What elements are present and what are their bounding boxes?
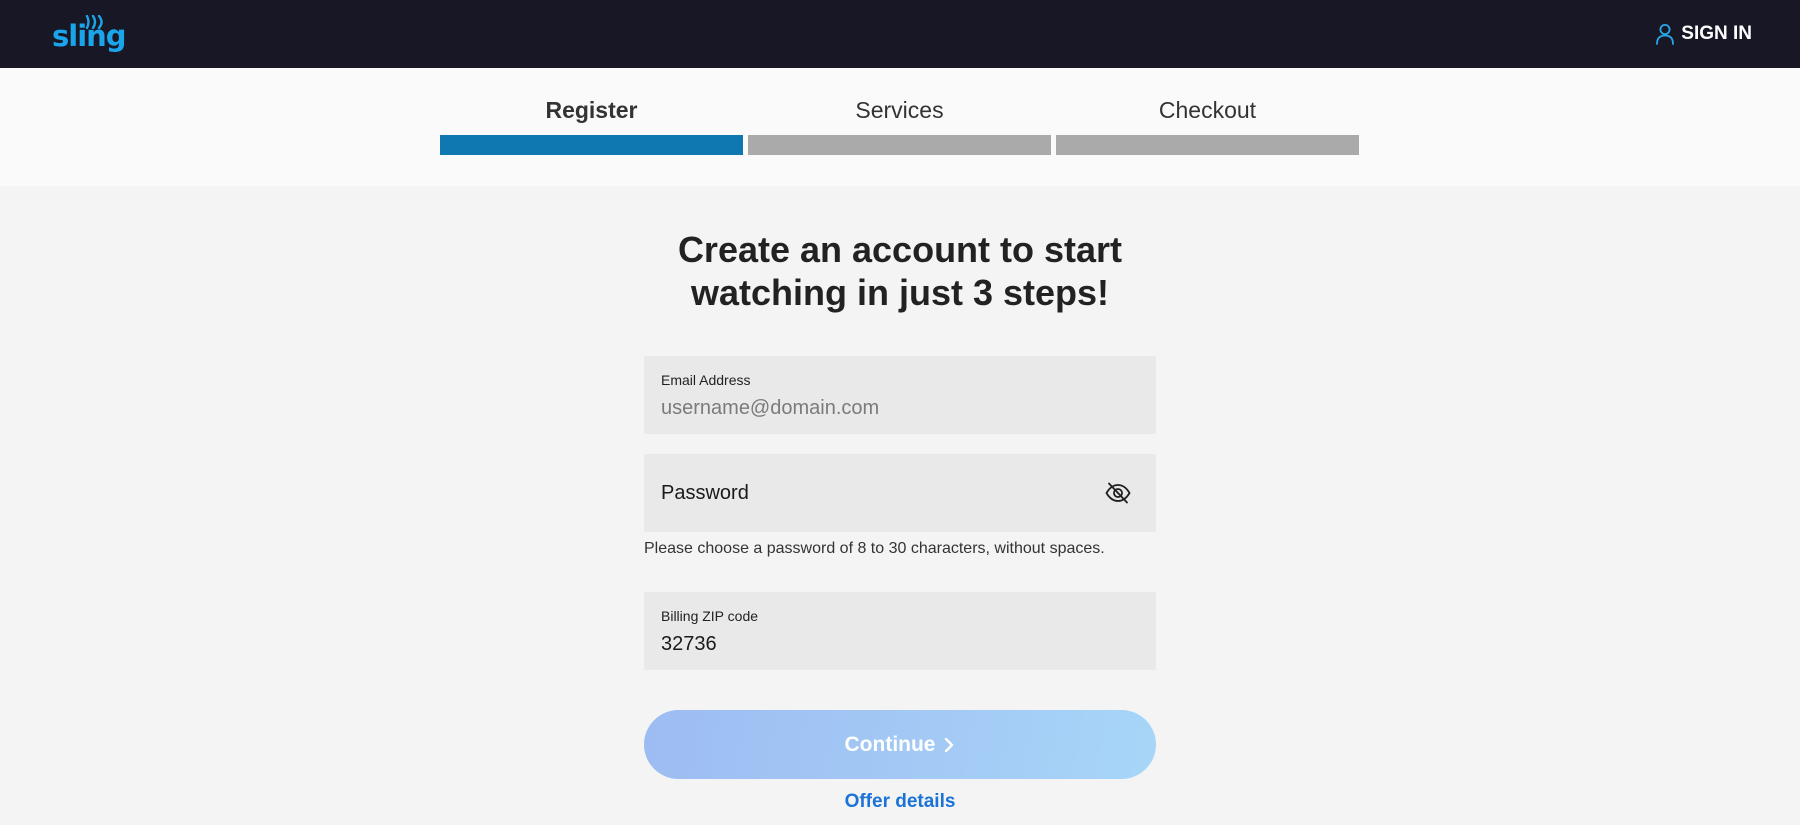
headline-line-2: watching in just 3 steps! [690,272,1110,313]
chevron-right-icon [945,737,954,753]
show-password-toggle[interactable] [1104,480,1132,506]
email-field-label: Email Address [661,372,751,388]
password-input[interactable] [661,479,1081,507]
sling-logo[interactable]: sling [52,15,127,51]
continue-label: Continue [844,732,936,756]
eye-slash-icon [1105,482,1131,504]
sign-in-button[interactable]: SIGN IN [1655,20,1752,48]
sign-in-label: SIGN IN [1681,23,1752,44]
step-register: Register [440,68,743,186]
progress-stepper-band: Register Services Checkout [0,68,1800,186]
signal-waves-icon [85,15,103,29]
step-services: Services [748,68,1051,186]
step-label: Checkout [1158,97,1257,123]
step-label: Register [545,97,638,123]
password-helper-text: Please choose a password of 8 to 30 char… [644,540,1105,557]
offer-details-link[interactable]: Offer details [700,791,1100,813]
email-input[interactable] [661,394,1131,422]
password-field[interactable] [644,454,1156,532]
step-label: Services [855,97,944,123]
billing-zip-field[interactable]: Billing ZIP code [644,592,1156,670]
continue-button[interactable]: Continue [644,710,1156,779]
page-headline: Create an account to start watching in j… [600,228,1200,314]
user-icon [1656,24,1675,45]
step-progress-bar [748,135,1051,155]
top-navigation-bar: sling SIGN IN [0,0,1800,68]
headline-line-1: Create an account to start [677,229,1123,270]
step-checkout: Checkout [1056,68,1359,186]
step-progress-bar [1056,135,1359,155]
billing-zip-input[interactable] [661,630,1131,658]
billing-zip-label: Billing ZIP code [661,608,759,624]
progress-stepper: Register Services Checkout [440,68,1360,186]
step-progress-bar [440,135,743,155]
email-field[interactable]: Email Address [644,356,1156,434]
